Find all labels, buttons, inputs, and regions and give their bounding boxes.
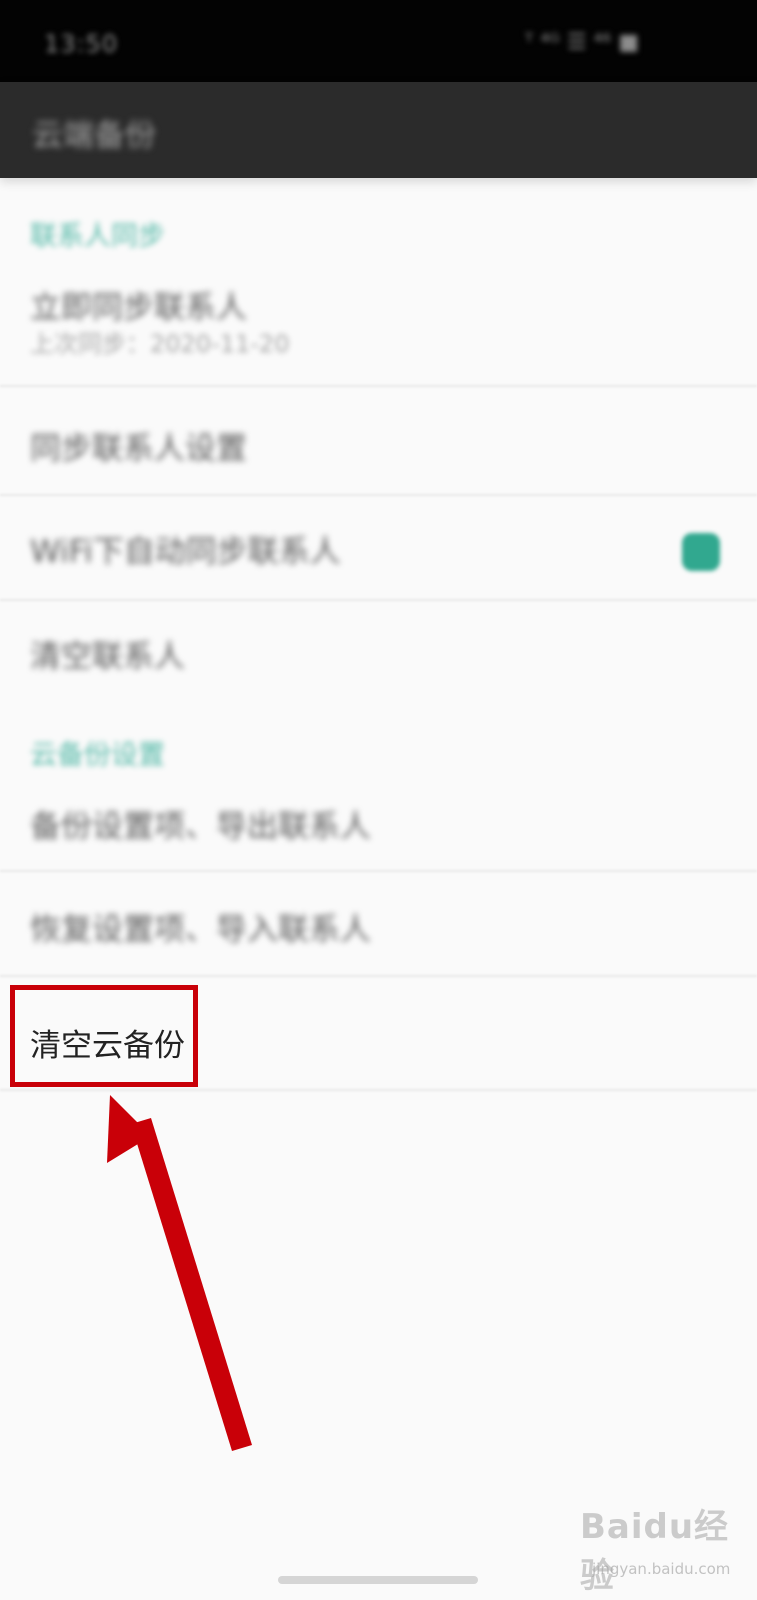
wifi-sync-toggle[interactable] — [682, 533, 720, 571]
app-bar: 云端备份 — [0, 82, 757, 178]
sync-contacts-row[interactable]: 立即同步联系人 — [30, 282, 247, 327]
watermark-subtext: jingyan.baidu.com — [592, 1560, 731, 1578]
page-title: 云端备份 — [32, 118, 156, 154]
wifi-sync-row[interactable]: WiFi下自动同步联系人 — [30, 526, 341, 571]
divider-5 — [0, 975, 757, 977]
screenshot-screen: 13:50 ᵀ ⁴ᴳ ☰ ⁴⁶ ■ 云端备份 联系人同步 立即同步联系人 上次同… — [0, 0, 757, 1600]
clear-contacts-row[interactable]: 清空联系人 — [30, 631, 185, 676]
backup-settings-row[interactable]: 备份设置项、导出联系人 — [30, 801, 371, 846]
highlight-box — [10, 985, 198, 1087]
section-header-backup: 云备份设置 — [30, 740, 165, 771]
divider-6 — [0, 1089, 757, 1091]
sync-contacts-subtitle: 上次同步：2020-11-20 — [30, 330, 290, 358]
divider-4 — [0, 870, 757, 872]
status-time: 13:50 — [44, 30, 119, 58]
watermark: Baidu经验 — [580, 1507, 730, 1596]
divider-2 — [0, 494, 757, 496]
restore-settings-row[interactable]: 恢复设置项、导入联系人 — [30, 904, 371, 949]
section-header-contacts: 联系人同步 — [30, 221, 165, 252]
gesture-navigation-bar[interactable] — [278, 1576, 478, 1584]
status-bar: 13:50 ᵀ ⁴ᴳ ☰ ⁴⁶ ■ — [0, 0, 757, 82]
divider-3 — [0, 599, 757, 601]
status-icons: ᵀ ⁴ᴳ ☰ ⁴⁶ ■ — [524, 30, 639, 55]
contact-settings-row[interactable]: 同步联系人设置 — [30, 423, 247, 468]
divider-1 — [0, 385, 757, 387]
